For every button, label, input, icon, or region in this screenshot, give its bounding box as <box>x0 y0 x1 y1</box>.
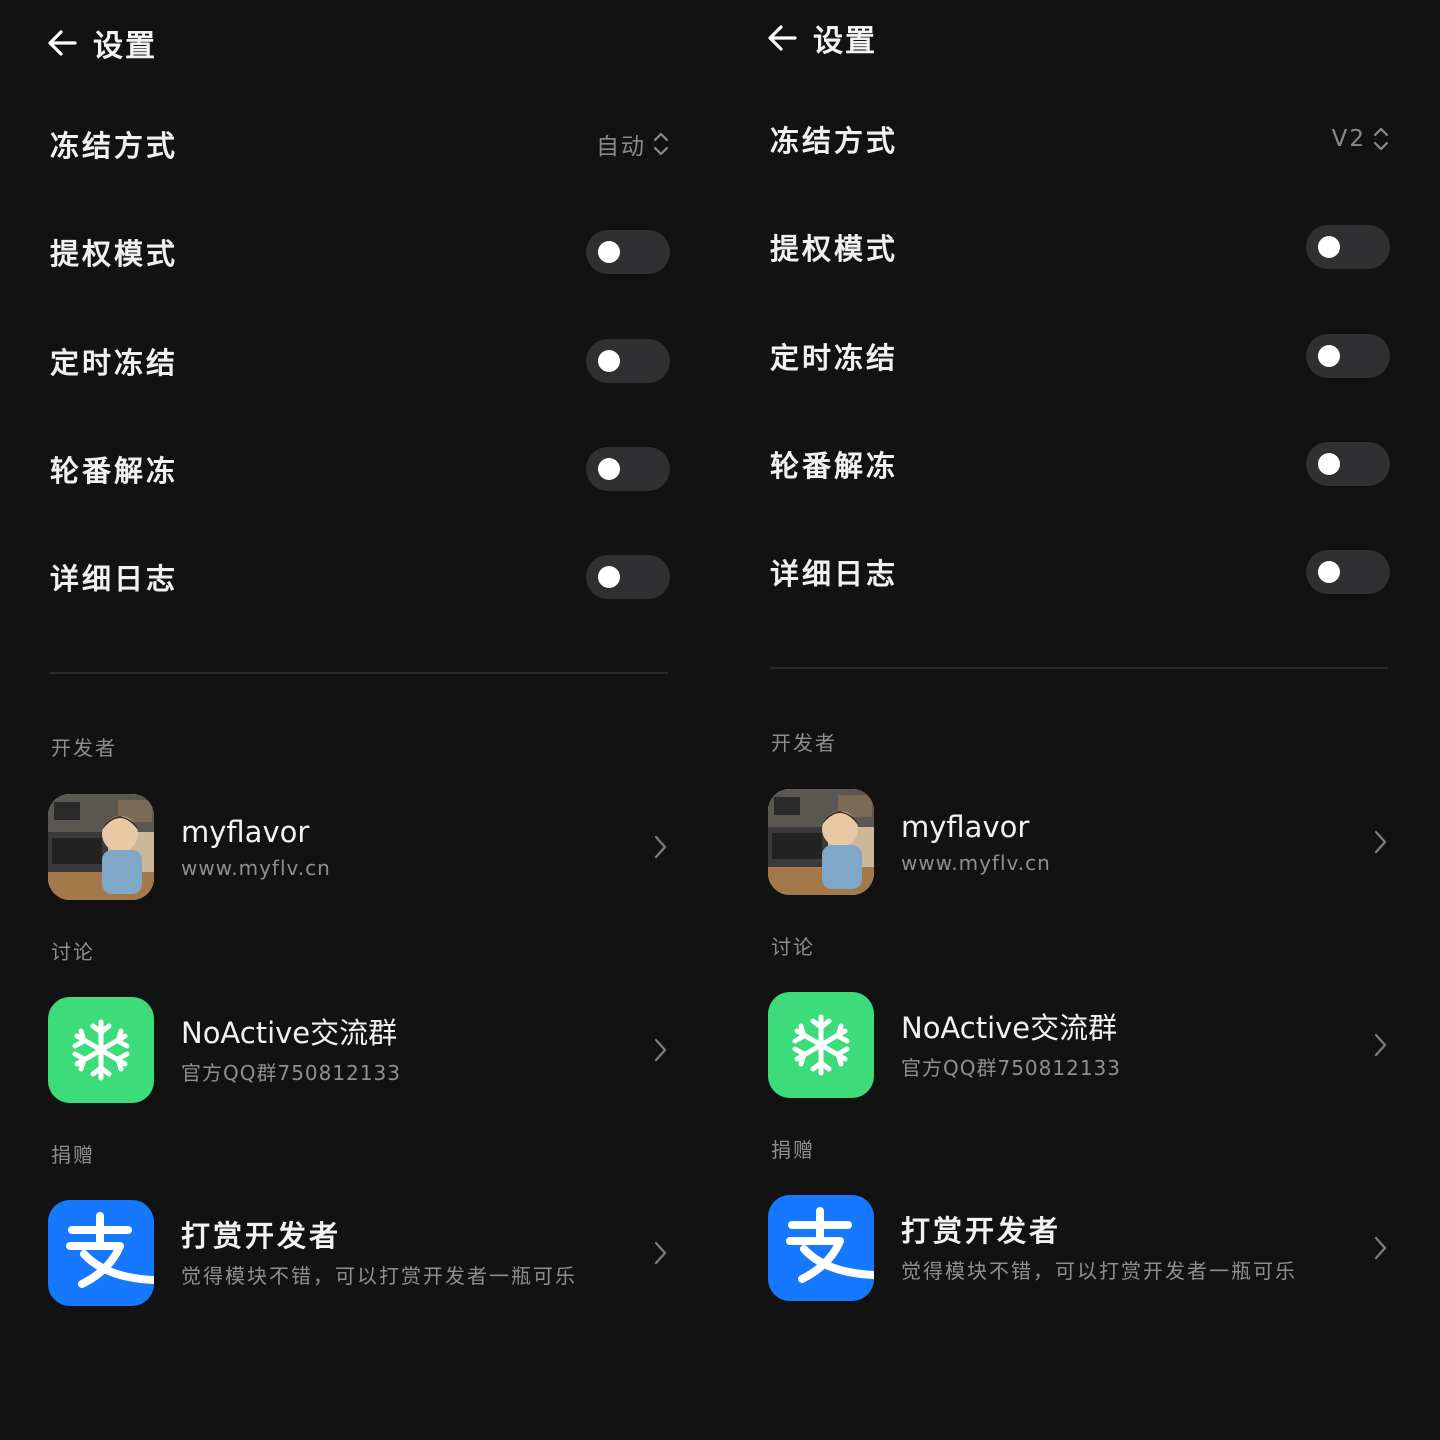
donate-subtitle: 觉得模块不错，可以打赏开发者一瓶可乐 <box>901 1258 1297 1283</box>
settings-screen-right: 设置 冻结方式 V2 提权模式 定时冻结 轮番解冻 详细日志 开发者 myfla… <box>720 0 1440 1435</box>
toggle-label: 详细日志 <box>50 562 179 596</box>
developer-url: www.myflv.cn <box>901 851 1051 875</box>
switch-knob <box>598 458 620 480</box>
toggle-row-rotate-unfreeze: 轮番解冻 <box>770 434 1390 494</box>
toggle-row-timed-freeze: 定时冻结 <box>770 326 1390 386</box>
timed-freeze-switch[interactable] <box>586 339 670 383</box>
switch-knob <box>598 241 620 263</box>
donate-text: 打赏开发者 觉得模块不错，可以打赏开发者一瓶可乐 <box>181 1218 652 1289</box>
page-title: 设置 <box>93 29 157 64</box>
donate-card[interactable]: 打赏开发者 觉得模块不错，可以打赏开发者一瓶可乐 <box>48 1199 672 1307</box>
group-name: NoActive交流群 <box>901 1010 1118 1045</box>
toggle-label: 提权模式 <box>770 232 899 266</box>
settings-screen-left: 设置 冻结方式 自动 提权模式 定时冻结 轮番解冻 详细日志 开发者 myfla… <box>0 0 720 1440</box>
chevron-right-icon <box>1372 1234 1388 1262</box>
chevron-updown-icon <box>652 130 670 158</box>
toggle-row-timed-freeze: 定时冻结 <box>50 331 670 391</box>
group-name: NoActive交流群 <box>181 1015 398 1050</box>
switch-knob <box>598 566 620 588</box>
rotate-unfreeze-switch[interactable] <box>1306 442 1390 486</box>
section-title-discussion: 讨论 <box>771 935 815 959</box>
discussion-text: NoActive交流群 官方QQ群750812133 <box>901 1010 1372 1081</box>
section-divider <box>50 672 668 674</box>
alipay-icon <box>768 1195 874 1301</box>
toggle-row-verbose-log: 详细日志 <box>770 542 1390 602</box>
toggle-row-rotate-unfreeze: 轮番解冻 <box>50 439 670 499</box>
chevron-right-icon <box>1372 1031 1388 1059</box>
chevron-right-icon <box>652 1239 668 1267</box>
discussion-card[interactable]: NoActive交流群 官方QQ群750812133 <box>48 996 672 1104</box>
donate-title: 打赏开发者 <box>181 1218 342 1253</box>
discussion-text: NoActive交流群 官方QQ群750812133 <box>181 1015 652 1086</box>
verbose-log-switch[interactable] <box>586 555 670 599</box>
timed-freeze-switch[interactable] <box>1306 334 1390 378</box>
donate-subtitle: 觉得模块不错，可以打赏开发者一瓶可乐 <box>181 1263 577 1288</box>
freeze-mode-select[interactable]: V2 <box>1332 125 1390 153</box>
developer-name: myflavor <box>181 815 310 849</box>
root-mode-switch[interactable] <box>586 230 670 274</box>
group-number: 官方QQ群750812133 <box>181 1060 402 1085</box>
freeze-mode-value: V2 <box>1331 126 1366 152</box>
top-bar: 设置 <box>765 15 877 61</box>
developer-avatar-icon <box>48 794 154 900</box>
toggle-label: 定时冻结 <box>770 341 899 375</box>
rotate-unfreeze-switch[interactable] <box>586 447 670 491</box>
section-title-donate: 捐赠 <box>51 1143 95 1167</box>
alipay-icon <box>48 1200 154 1306</box>
developer-card[interactable]: myflavor www.myflv.cn <box>768 788 1392 896</box>
switch-knob <box>1318 453 1340 475</box>
freeze-mode-row[interactable]: 冻结方式 自动 <box>50 114 670 174</box>
snowflake-icon <box>768 992 874 1098</box>
switch-knob <box>598 350 620 372</box>
page-title: 设置 <box>813 24 877 59</box>
switch-knob <box>1318 561 1340 583</box>
toggle-row-root-mode: 提权模式 <box>770 217 1390 277</box>
developer-avatar-icon <box>768 789 874 895</box>
freeze-mode-row[interactable]: 冻结方式 V2 <box>770 109 1390 169</box>
comparison-stage: 设置 冻结方式 自动 提权模式 定时冻结 轮番解冻 详细日志 开发者 myfla… <box>0 0 1440 1440</box>
developer-text: myflavor www.myflv.cn <box>901 809 1372 875</box>
freeze-mode-label: 冻结方式 <box>50 129 179 163</box>
toggle-label: 定时冻结 <box>50 346 179 380</box>
group-number: 官方QQ群750812133 <box>901 1055 1122 1080</box>
chevron-right-icon <box>652 833 668 861</box>
section-title-donate: 捐赠 <box>771 1138 815 1162</box>
switch-knob <box>1318 345 1340 367</box>
toggle-label: 提权模式 <box>50 237 179 271</box>
donate-title: 打赏开发者 <box>901 1213 1062 1248</box>
switch-knob <box>1318 236 1340 258</box>
arrow-left-icon[interactable] <box>45 26 79 60</box>
top-bar: 设置 <box>45 20 157 66</box>
freeze-mode-select[interactable]: 自动 <box>596 127 670 161</box>
freeze-mode-value: 自动 <box>596 134 646 160</box>
section-divider <box>770 667 1388 669</box>
freeze-mode-label: 冻结方式 <box>770 124 899 158</box>
toggle-row-root-mode: 提权模式 <box>50 222 670 282</box>
developer-name: myflavor <box>901 810 1030 844</box>
chevron-right-icon <box>1372 828 1388 856</box>
toggle-label: 轮番解冻 <box>770 449 899 483</box>
snowflake-icon <box>48 997 154 1103</box>
section-title-developer: 开发者 <box>51 736 117 760</box>
toggle-label: 详细日志 <box>770 557 899 591</box>
section-title-developer: 开发者 <box>771 731 837 755</box>
donate-text: 打赏开发者 觉得模块不错，可以打赏开发者一瓶可乐 <box>901 1213 1372 1284</box>
developer-text: myflavor www.myflv.cn <box>181 814 652 880</box>
chevron-updown-icon <box>1372 125 1390 153</box>
toggle-label: 轮番解冻 <box>50 454 179 488</box>
chevron-right-icon <box>652 1036 668 1064</box>
donate-card[interactable]: 打赏开发者 觉得模块不错，可以打赏开发者一瓶可乐 <box>768 1194 1392 1302</box>
toggle-row-verbose-log: 详细日志 <box>50 547 670 607</box>
discussion-card[interactable]: NoActive交流群 官方QQ群750812133 <box>768 991 1392 1099</box>
developer-url: www.myflv.cn <box>181 856 331 880</box>
verbose-log-switch[interactable] <box>1306 550 1390 594</box>
root-mode-switch[interactable] <box>1306 225 1390 269</box>
arrow-left-icon[interactable] <box>765 21 799 55</box>
section-title-discussion: 讨论 <box>51 940 95 964</box>
developer-card[interactable]: myflavor www.myflv.cn <box>48 793 672 901</box>
